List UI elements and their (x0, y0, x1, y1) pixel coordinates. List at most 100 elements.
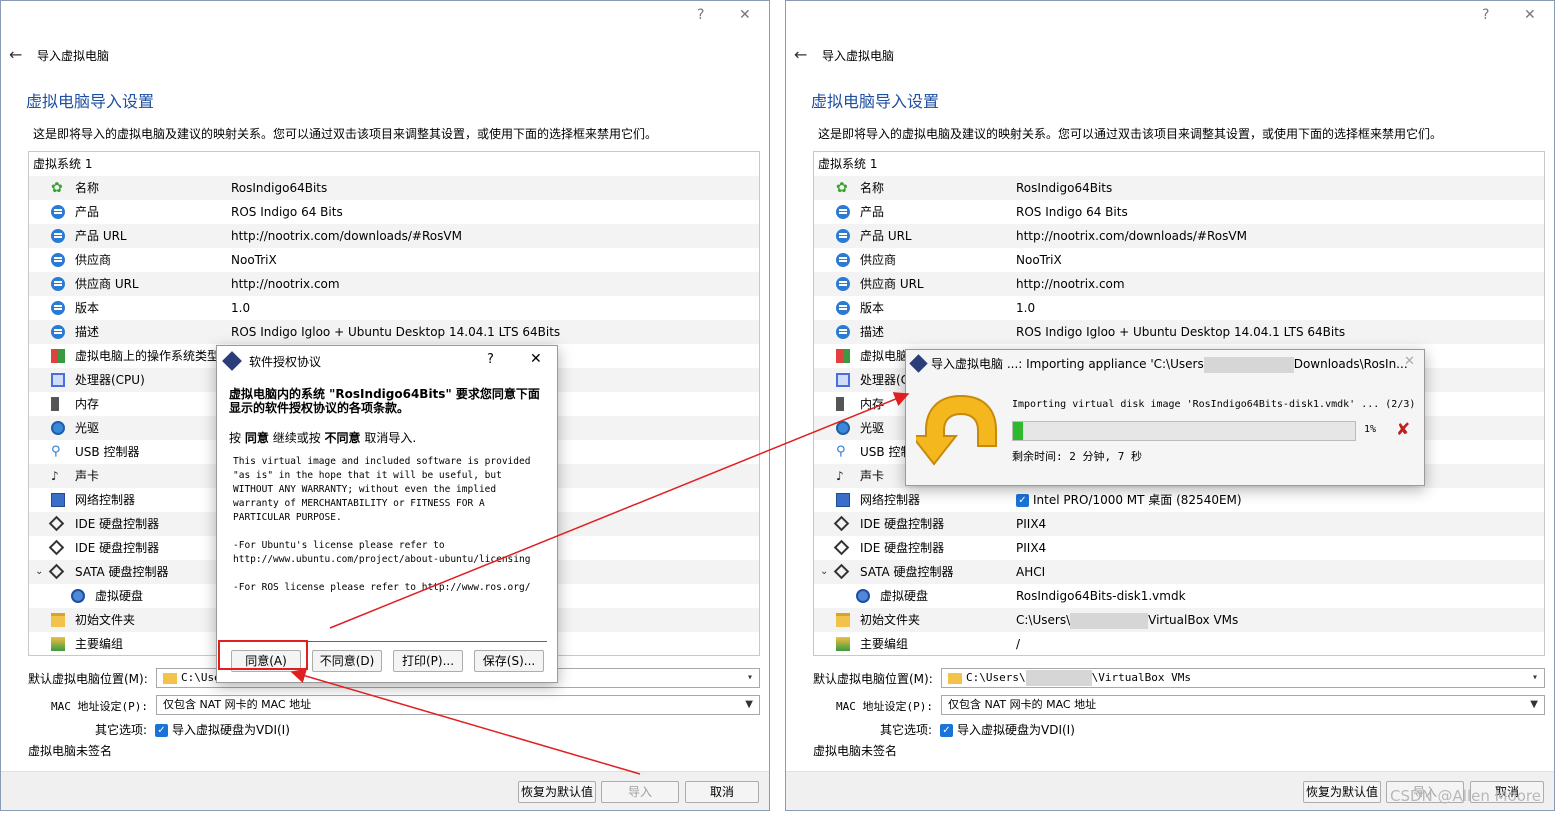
progress-close-icon[interactable]: ✕ (1404, 354, 1415, 369)
network-enabled-checkbox[interactable]: ✓ (1016, 494, 1029, 507)
tree-row-label: 声卡 (75, 469, 100, 483)
tree-row[interactable]: 版本 1.0 (814, 296, 1544, 320)
mac-policy-select[interactable]: 仅包含 NAT 网卡的 MAC 地址 ▼ (156, 695, 760, 715)
tree-row[interactable]: 产品 ROS Indigo 64 Bits (814, 200, 1544, 224)
tree-row-label: 产品 (860, 205, 885, 219)
folder-icon (51, 613, 65, 627)
back-arrow-icon[interactable]: ← (794, 45, 807, 64)
info-bubble-icon (836, 229, 850, 243)
restore-defaults-button[interactable]: 恢复为默认值 (1303, 781, 1381, 803)
expand-chevron-icon[interactable]: ⌄ (820, 560, 828, 584)
license-title: 软件授权协议 (249, 355, 322, 369)
mac-policy-select[interactable]: 仅包含 NAT 网卡的 MAC 地址 ▼ (941, 695, 1545, 715)
tree-row[interactable]: IDE 硬盘控制器 PIIX4 (814, 512, 1544, 536)
tree-row[interactable]: 供应商 URL http://nootrix.com (29, 272, 759, 296)
tree-row[interactable]: 供应商 NooTriX (29, 248, 759, 272)
disagree-button[interactable]: 不同意(D) (312, 650, 382, 672)
clover-icon: ✿ (51, 180, 63, 196)
tree-row[interactable]: 产品 ROS Indigo 64 Bits (29, 200, 759, 224)
redacted-username (1025, 670, 1092, 686)
license-close-icon[interactable]: ✕ (530, 351, 542, 367)
chevron-down-icon: ▾ (1531, 672, 1538, 683)
restore-defaults-button[interactable]: 恢复为默认值 (518, 781, 596, 803)
mac-label: MAC 地址设定(P): (836, 700, 933, 713)
sound-card-icon: ♪ (51, 469, 59, 483)
back-arrow-icon[interactable]: ← (9, 45, 22, 64)
import-arrow-icon (916, 394, 997, 466)
chevron-down-icon: ▾ (746, 672, 753, 683)
group-icon (51, 637, 65, 651)
description: 这是即将导入的虚拟电脑及建议的映射关系。您可以通过双击该项目来调整其设置，或使用… (33, 127, 658, 141)
tree-row-label: 光驱 (860, 421, 885, 435)
tree-row[interactable]: 描述 ROS Indigo Igloo + Ubuntu Desktop 14.0… (814, 320, 1544, 344)
other-options-label: 其它选项: (95, 723, 148, 737)
tree-row-label: 供应商 URL (860, 277, 924, 291)
import-progress-dialog: 导入虚拟电脑 ...: Importing appliance 'C:\User… (905, 349, 1425, 486)
tree-row[interactable]: 产品 URL http://nootrix.com/downloads/#RosV… (29, 224, 759, 248)
tree-row-label: 供应商 (75, 253, 112, 267)
tree-row-label: 初始文件夹 (75, 613, 136, 627)
expand-chevron-icon[interactable]: ⌄ (35, 560, 43, 584)
tree-row[interactable]: 描述 ROS Indigo Igloo + Ubuntu Desktop 14.0… (29, 320, 759, 344)
time-remaining: 剩余时间: 2 分钟, 7 秒 (1012, 450, 1142, 463)
memory-icon (836, 397, 844, 411)
description: 这是即将导入的虚拟电脑及建议的映射关系。您可以通过双击该项目来调整其设置，或使用… (818, 127, 1443, 141)
tree-row-label: 虚拟硬盘 (95, 589, 144, 603)
tree-row[interactable]: ✿ 名称 RosIndigo64Bits (814, 176, 1544, 200)
tree-row[interactable]: 虚拟硬盘 RosIndigo64Bits-disk1.vmdk (814, 584, 1544, 608)
help-icon[interactable]: ? (1482, 7, 1489, 23)
tree-system-row[interactable]: 虚拟系统 1 (29, 152, 759, 176)
info-bubble-icon (836, 253, 850, 267)
import-vdi-checkbox[interactable]: ✓ 导入虚拟硬盘为VDI(I) (940, 721, 1075, 738)
license-text-area[interactable]: This virtual image and included software… (229, 452, 547, 642)
tree-row[interactable]: 产品 URL http://nootrix.com/downloads/#RosV… (814, 224, 1544, 248)
tree-row[interactable]: 版本 1.0 (29, 296, 759, 320)
license-heading: 虚拟电脑内的系统 "RosIndigo64Bits" 要求您同意下面显示的软件授… (229, 387, 540, 415)
cancel-button[interactable]: 取消 (685, 781, 759, 803)
tree-system-row[interactable]: 虚拟系统 1 (814, 152, 1544, 176)
help-icon[interactable]: ? (697, 7, 704, 23)
tree-row-label: 内存 (860, 397, 885, 411)
ide-controller-icon (833, 515, 850, 532)
save-button[interactable]: 保存(S)... (474, 650, 544, 672)
tree-row-label: 描述 (75, 325, 100, 339)
location-label: 默认虚拟电脑位置(M): (28, 672, 148, 686)
info-bubble-icon (51, 205, 65, 219)
redacted-path (1203, 356, 1294, 373)
license-help-icon[interactable]: ? (487, 352, 494, 367)
info-bubble-icon (51, 277, 65, 291)
tree-row[interactable]: ⌄ SATA 硬盘控制器 AHCI (814, 560, 1544, 584)
wizard-title: 导入虚拟电脑 (37, 49, 110, 63)
tree-row-value: ROS Indigo Igloo + Ubuntu Desktop 14.04.… (1016, 325, 1346, 339)
progress-bar (1012, 421, 1356, 441)
info-bubble-icon (836, 325, 850, 339)
cancel-import-icon[interactable]: ✘ (1396, 420, 1410, 440)
ide-controller-icon (833, 539, 850, 556)
tree-row[interactable]: 主要编组 / (814, 632, 1544, 655)
sound-card-icon: ♪ (836, 469, 844, 483)
import-vdi-checkbox[interactable]: ✓ 导入虚拟硬盘为VDI(I) (155, 721, 290, 738)
other-options-label: 其它选项: (880, 723, 933, 737)
tree-row-label: 产品 URL (860, 229, 912, 243)
network-icon (836, 493, 850, 507)
tree-row-value: / (1016, 637, 1021, 651)
info-bubble-icon (51, 301, 65, 315)
dropdown-arrow-icon: ▼ (745, 699, 753, 710)
close-icon[interactable]: ✕ (739, 7, 751, 23)
tree-row[interactable]: IDE 硬盘控制器 PIIX4 (814, 536, 1544, 560)
tree-row[interactable]: 网络控制器 ✓ Intel PRO/1000 MT 桌面 (82540EM) (814, 488, 1544, 512)
tree-row[interactable]: 供应商 URL http://nootrix.com (814, 272, 1544, 296)
tree-row-label: IDE 硬盘控制器 (75, 541, 160, 555)
import-button[interactable]: 导入 (601, 781, 679, 803)
close-icon[interactable]: ✕ (1524, 7, 1536, 23)
tree-row[interactable]: 初始文件夹 C:\Users\ VirtualBox VMs (814, 608, 1544, 632)
tree-row[interactable]: ✿ 名称 RosIndigo64Bits (29, 176, 759, 200)
tree-row[interactable]: 供应商 NooTriX (814, 248, 1544, 272)
tree-row-value: ROS Indigo 64 Bits (1016, 205, 1128, 219)
section-title: 虚拟电脑导入设置 (26, 92, 155, 111)
mac-label: MAC 地址设定(P): (51, 700, 148, 713)
print-button[interactable]: 打印(P)... (393, 650, 463, 672)
tree-row-value: http://nootrix.com (1016, 277, 1125, 291)
info-bubble-icon (51, 253, 65, 267)
location-combo[interactable]: C:\Users\ \VirtualBox VMs ▾ (941, 668, 1545, 688)
